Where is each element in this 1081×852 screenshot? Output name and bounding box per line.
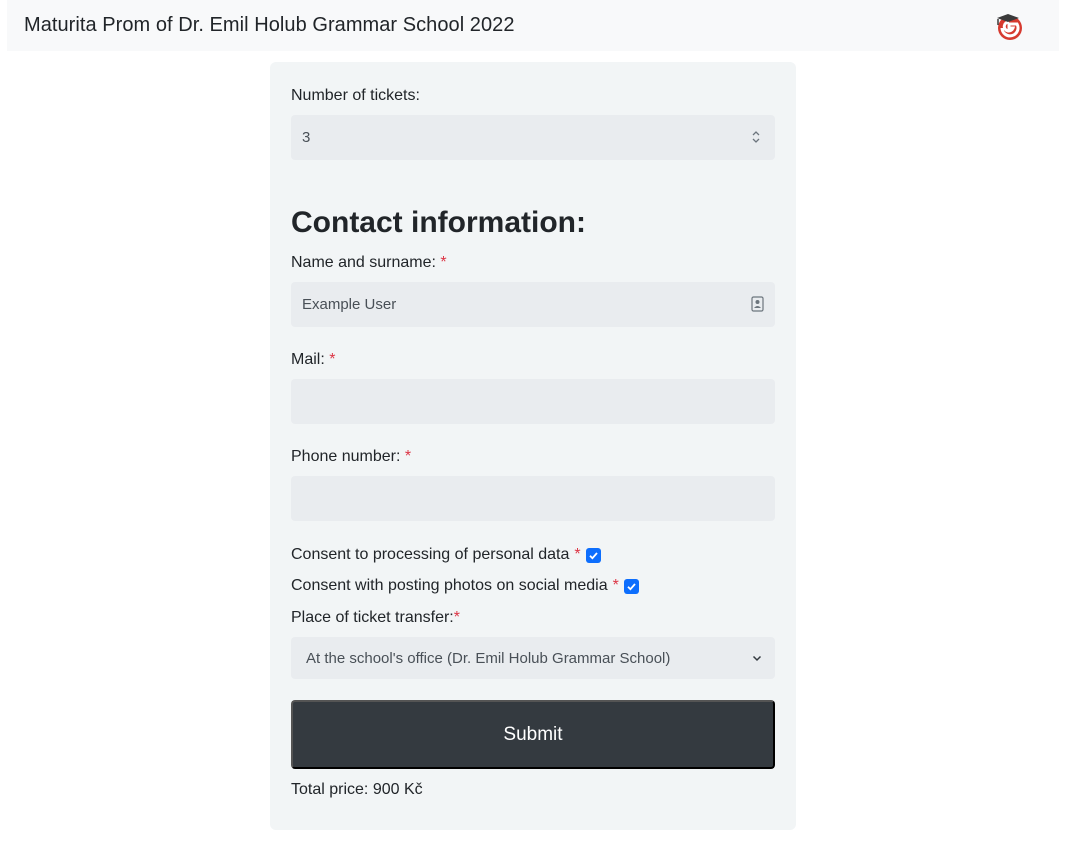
chevron-down-icon [752,655,762,662]
name-label: Name and surname: * [291,254,447,271]
consent-photos-row: Consent with posting photos on social me… [291,577,639,595]
phone-input[interactable] [291,476,775,521]
navbar: Maturita Prom of Dr. Emil Holub Grammar … [7,0,1059,51]
check-icon [589,551,598,560]
total-price: Total price: 900 Kč [291,781,423,798]
place-select[interactable]: At the school's office (Dr. Emil Holub G… [291,637,775,679]
required-mark: * [612,577,619,594]
tickets-label: Number of tickets: [291,87,420,104]
place-label: Place of ticket transfer:* [291,609,460,626]
mail-input[interactable] [291,379,775,424]
navbar-brand[interactable]: Maturita Prom of Dr. Emil Holub Grammar … [24,14,515,37]
consent-data-checkbox[interactable] [585,547,601,563]
tickets-input[interactable]: 3 [291,115,775,160]
phone-label: Phone number: * [291,448,412,465]
consent-data-label: Consent to processing of personal data [291,546,570,563]
required-mark: * [574,546,581,563]
submit-button[interactable]: Submit [291,700,775,769]
consent-photos-checkbox[interactable] [623,578,639,594]
contact-card-icon[interactable] [751,296,764,312]
school-logo-icon[interactable] [992,9,1026,43]
mail-label: Mail: * [291,351,336,368]
required-mark: * [329,351,336,368]
tickets-value: 3 [302,129,311,146]
consent-data-row: Consent to processing of personal data * [291,546,601,564]
consent-photos-label: Consent with posting photos on social me… [291,577,608,594]
name-value: Example User [302,296,397,313]
order-form: Number of tickets: 3 Contact information… [270,62,796,830]
check-icon [627,582,636,591]
spinner-arrows-icon[interactable] [751,129,761,145]
required-mark: * [453,609,460,626]
contact-title: Contact information: [291,206,586,239]
required-mark: * [404,448,412,465]
required-mark: * [440,254,447,271]
name-input[interactable]: Example User [291,282,775,327]
place-value: At the school's office (Dr. Emil Holub G… [306,649,671,667]
